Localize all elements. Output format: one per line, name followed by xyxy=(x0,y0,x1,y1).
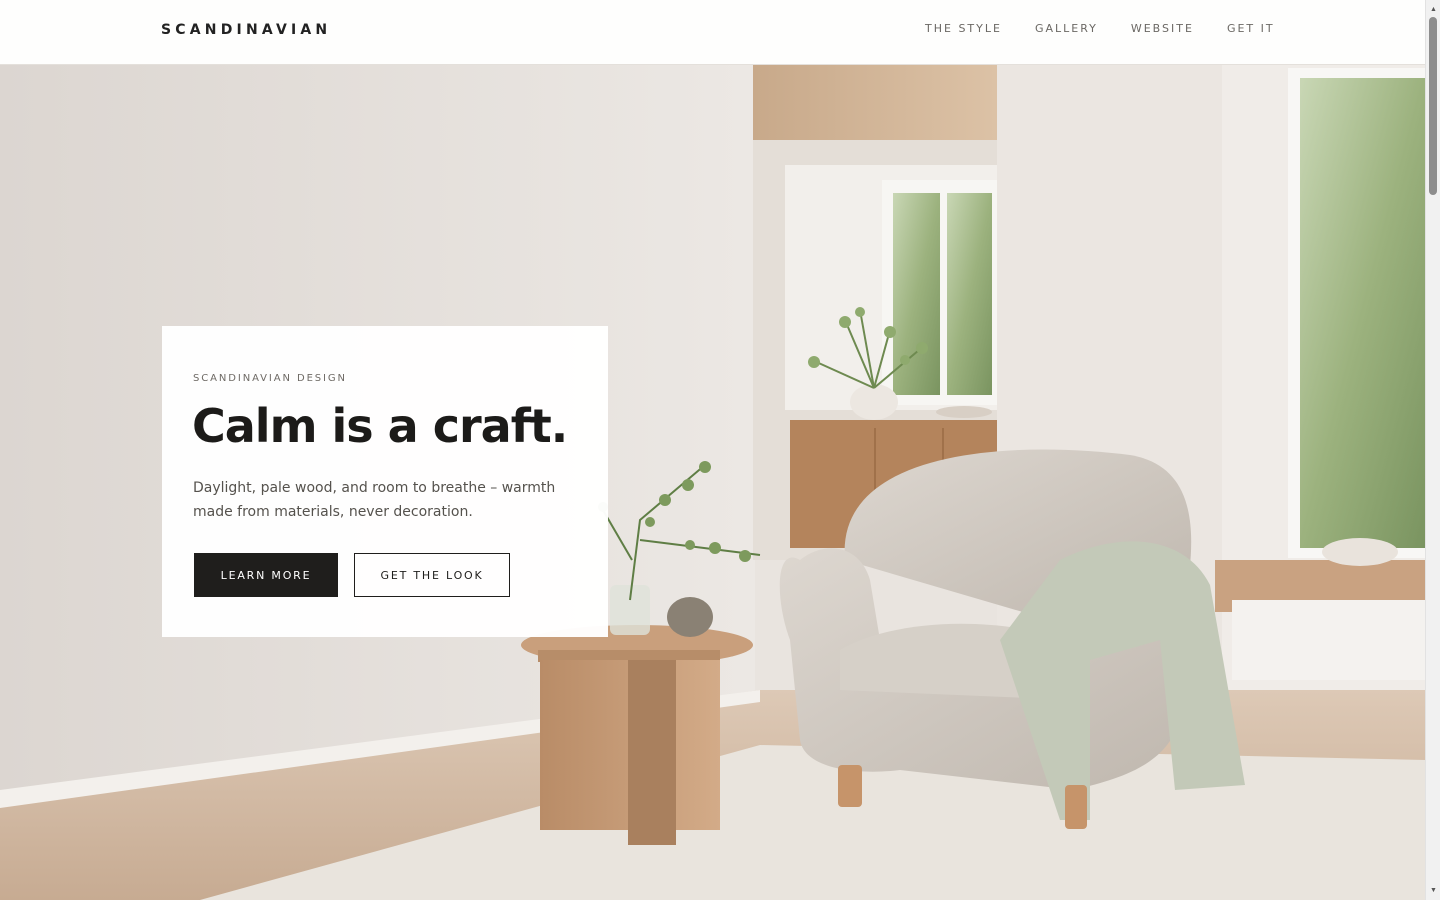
hero-body-text: Daylight, pale wood, and room to breathe… xyxy=(193,480,556,520)
get-the-look-button[interactable]: GET THE LOOK xyxy=(354,553,510,597)
main-nav: THE STYLE GALLERY WEBSITE GET IT xyxy=(925,22,1275,36)
site-header: SCANDINAVIAN THE STYLE GALLERY WEBSITE G… xyxy=(0,0,1425,65)
scroll-down-icon[interactable]: ▼ xyxy=(1426,883,1440,898)
hero-headline: Calm is a craft. xyxy=(192,399,568,453)
hero-section: SCANDINAVIAN DESIGN Calm is a craft. Day… xyxy=(0,65,1425,900)
learn-more-button[interactable]: LEARN MORE xyxy=(194,553,338,597)
nav-link-get-it[interactable]: GET IT xyxy=(1227,22,1275,36)
nav-link-the-style[interactable]: THE STYLE xyxy=(925,22,1002,36)
brand-logo[interactable]: SCANDINAVIAN xyxy=(161,22,331,38)
scroll-up-icon[interactable]: ▲ xyxy=(1426,2,1440,17)
hero-card: SCANDINAVIAN DESIGN Calm is a craft. Day… xyxy=(162,326,608,637)
nav-link-gallery[interactable]: GALLERY xyxy=(1035,22,1098,36)
page-scrollbar[interactable]: ▲ ▼ xyxy=(1425,0,1440,900)
hero-eyebrow: SCANDINAVIAN DESIGN xyxy=(193,373,347,384)
nav-link-website[interactable]: WEBSITE xyxy=(1131,22,1194,36)
scrollbar-thumb[interactable] xyxy=(1429,17,1437,195)
